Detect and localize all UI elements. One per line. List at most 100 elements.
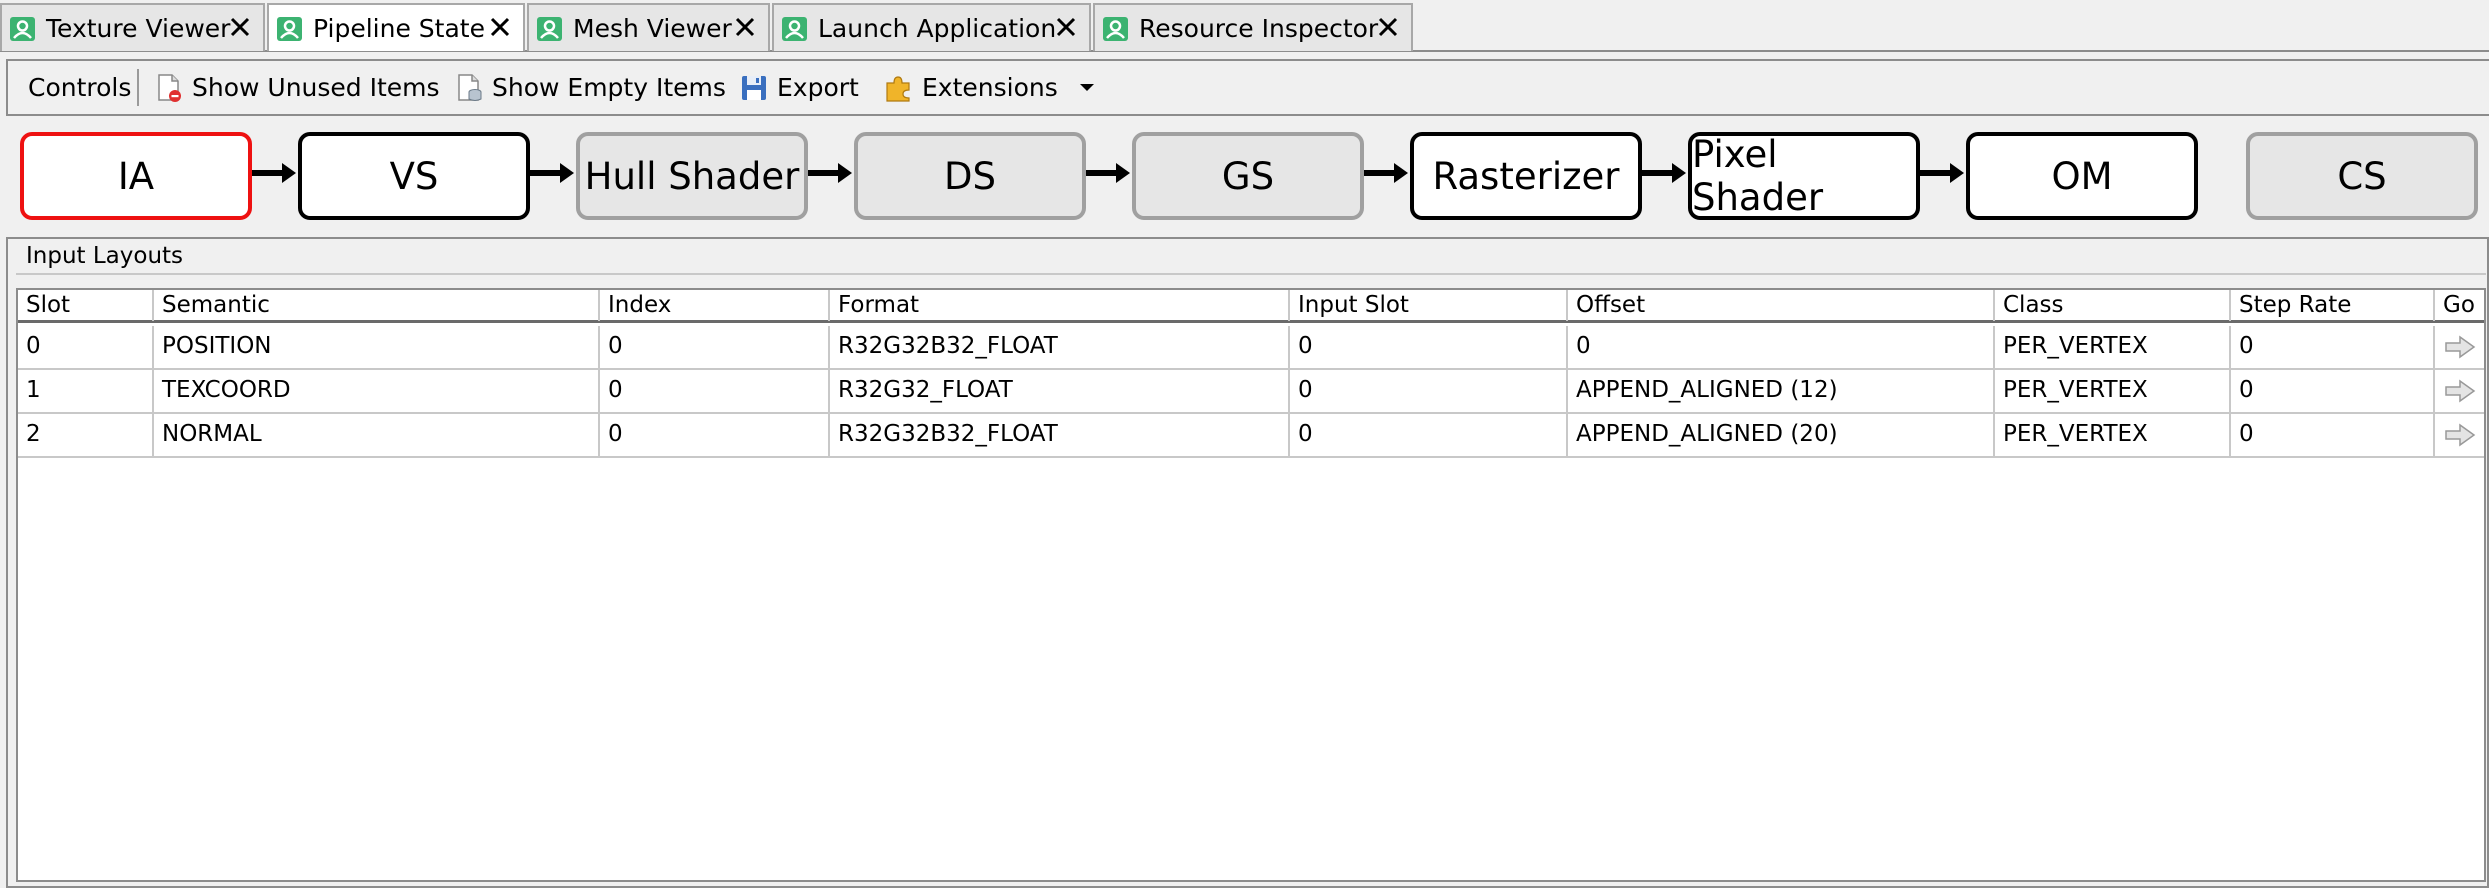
tab-label: Mesh Viewer <box>573 14 732 43</box>
tab-pipeline-state[interactable]: Pipeline State <box>267 3 525 51</box>
close-icon[interactable] <box>227 14 253 40</box>
stage-cs[interactable]: CS <box>2246 132 2478 220</box>
page-remove-icon <box>158 73 181 102</box>
column-header-semantic[interactable]: Semantic <box>154 290 600 321</box>
person-icon <box>277 17 302 41</box>
stage-ia[interactable]: IA <box>20 132 252 220</box>
column-header-offset[interactable]: Offset <box>1568 290 1995 321</box>
pipeline-arrow <box>1920 170 1950 176</box>
arrowhead <box>1116 163 1130 183</box>
stage-label: Hull Shader <box>584 154 800 198</box>
stage-label: VS <box>389 154 439 198</box>
column-header-index[interactable]: Index <box>600 290 830 321</box>
column-header-step-rate[interactable]: Step Rate <box>2231 290 2435 321</box>
save-icon <box>742 75 766 100</box>
column-header-class[interactable]: Class <box>1995 290 2231 321</box>
controls-text: Controls <box>28 73 132 102</box>
cell-offset: APPEND_ALIGNED (20) <box>1576 421 1838 447</box>
table-header: Slot Semantic Index Format Input Slot Of… <box>18 290 2484 323</box>
go-arrow-icon[interactable] <box>2444 379 2476 403</box>
toolbar-separator <box>137 69 139 106</box>
cell-slot: 0 <box>26 333 41 359</box>
input-layouts-table[interactable]: Slot Semantic Index Format Input Slot Of… <box>16 288 2486 882</box>
export-label: Export <box>777 73 859 102</box>
stage-om[interactable]: OM <box>1966 132 2198 220</box>
table-row[interactable]: 1 TEXCOORD 0 R32G32_FLOAT 0 APPEND_ALIGN… <box>18 370 2484 414</box>
page-database-icon <box>458 73 482 101</box>
cell-class: PER_VERTEX <box>2003 377 2148 403</box>
table-row[interactable]: 0 POSITION 0 R32G32B32_FLOAT 0 0 PER_VER… <box>18 326 2484 370</box>
cell-index: 0 <box>608 421 623 447</box>
table-row[interactable]: 2 NORMAL 0 R32G32B32_FLOAT 0 APPEND_ALIG… <box>18 414 2484 458</box>
extensions-button[interactable]: Extensions <box>884 61 1058 114</box>
tab-launch-application[interactable]: Launch Application <box>772 3 1091 51</box>
cell-offset: 0 <box>1576 333 1591 359</box>
stage-label: CS <box>2337 154 2387 198</box>
arrowhead <box>1672 163 1686 183</box>
stage-label: OM <box>2051 154 2113 198</box>
person-icon <box>10 17 35 41</box>
cell-format: R32G32_FLOAT <box>838 377 1013 403</box>
tab-label: Resource Inspector <box>1139 14 1379 43</box>
pipeline-arrow <box>1364 170 1394 176</box>
cell-input-slot: 0 <box>1298 421 1313 447</box>
tab-label: Launch Application <box>818 14 1057 43</box>
cell-offset: APPEND_ALIGNED (12) <box>1576 377 1838 403</box>
arrowhead <box>1394 163 1408 183</box>
stage-pixel-shader[interactable]: Pixel Shader <box>1688 132 1920 220</box>
tab-mesh-viewer[interactable]: Mesh Viewer <box>527 3 770 51</box>
stage-label: GS <box>1221 154 1275 198</box>
column-header-go[interactable]: Go <box>2435 290 2486 321</box>
chevron-down-icon <box>1080 83 1094 91</box>
stage-label: DS <box>944 154 996 198</box>
column-header-format[interactable]: Format <box>830 290 1290 321</box>
tab-resource-inspector[interactable]: Resource Inspector <box>1093 3 1413 51</box>
go-arrow-icon[interactable] <box>2444 423 2476 447</box>
tab-label: Pipeline State <box>313 14 485 43</box>
cell-semantic: POSITION <box>162 333 272 359</box>
cell-index: 0 <box>608 377 623 403</box>
pipeline-arrow <box>530 170 560 176</box>
show-empty-items-button[interactable]: Show Empty Items <box>454 61 726 114</box>
stage-hull-shader[interactable]: Hull Shader <box>576 132 808 220</box>
arrowhead <box>560 163 574 183</box>
cell-input-slot: 0 <box>1298 333 1313 359</box>
cell-class: PER_VERTEX <box>2003 421 2148 447</box>
export-button[interactable]: Export <box>739 61 859 114</box>
panel-title: Input Layouts <box>26 243 184 269</box>
controls-label: Controls <box>28 61 131 114</box>
go-arrow-icon[interactable] <box>2444 335 2476 359</box>
close-icon[interactable] <box>732 14 758 40</box>
close-icon[interactable] <box>1053 14 1079 40</box>
tab-texture-viewer[interactable]: Texture Viewer <box>0 3 265 51</box>
stage-gs[interactable]: GS <box>1132 132 1364 220</box>
column-header-input-slot[interactable]: Input Slot <box>1290 290 1568 321</box>
column-header-slot[interactable]: Slot <box>18 290 154 321</box>
stage-label: IA <box>117 154 155 198</box>
show-unused-label: Show Unused Items <box>192 73 440 102</box>
pipeline-arrow <box>1086 170 1116 176</box>
cell-step-rate: 0 <box>2239 333 2254 359</box>
cell-semantic: NORMAL <box>162 421 262 447</box>
cell-input-slot: 0 <box>1298 377 1313 403</box>
puzzle-icon <box>886 75 910 102</box>
arrowhead <box>1950 163 1964 183</box>
stage-vs[interactable]: VS <box>298 132 530 220</box>
arrowhead <box>282 163 296 183</box>
cell-step-rate: 0 <box>2239 421 2254 447</box>
input-layouts-panel: Input Layouts Slot Semantic Index Format… <box>6 237 2489 888</box>
show-unused-items-button[interactable]: Show Unused Items <box>154 61 440 114</box>
pipeline-arrow <box>808 170 838 176</box>
stage-ds[interactable]: DS <box>854 132 1086 220</box>
tab-label: Texture Viewer <box>46 14 231 43</box>
extensions-dropdown[interactable] <box>1078 61 1096 114</box>
stage-rasterizer[interactable]: Rasterizer <box>1410 132 1642 220</box>
document-tab-bar: Texture Viewer Pipeline State Mesh Viewe… <box>0 0 2489 52</box>
show-empty-label: Show Empty Items <box>492 73 726 102</box>
close-icon[interactable] <box>487 14 513 40</box>
cell-semantic: TEXCOORD <box>162 377 291 403</box>
person-icon <box>782 17 807 41</box>
extensions-label: Extensions <box>922 73 1058 102</box>
close-icon[interactable] <box>1375 14 1401 40</box>
cell-class: PER_VERTEX <box>2003 333 2148 359</box>
